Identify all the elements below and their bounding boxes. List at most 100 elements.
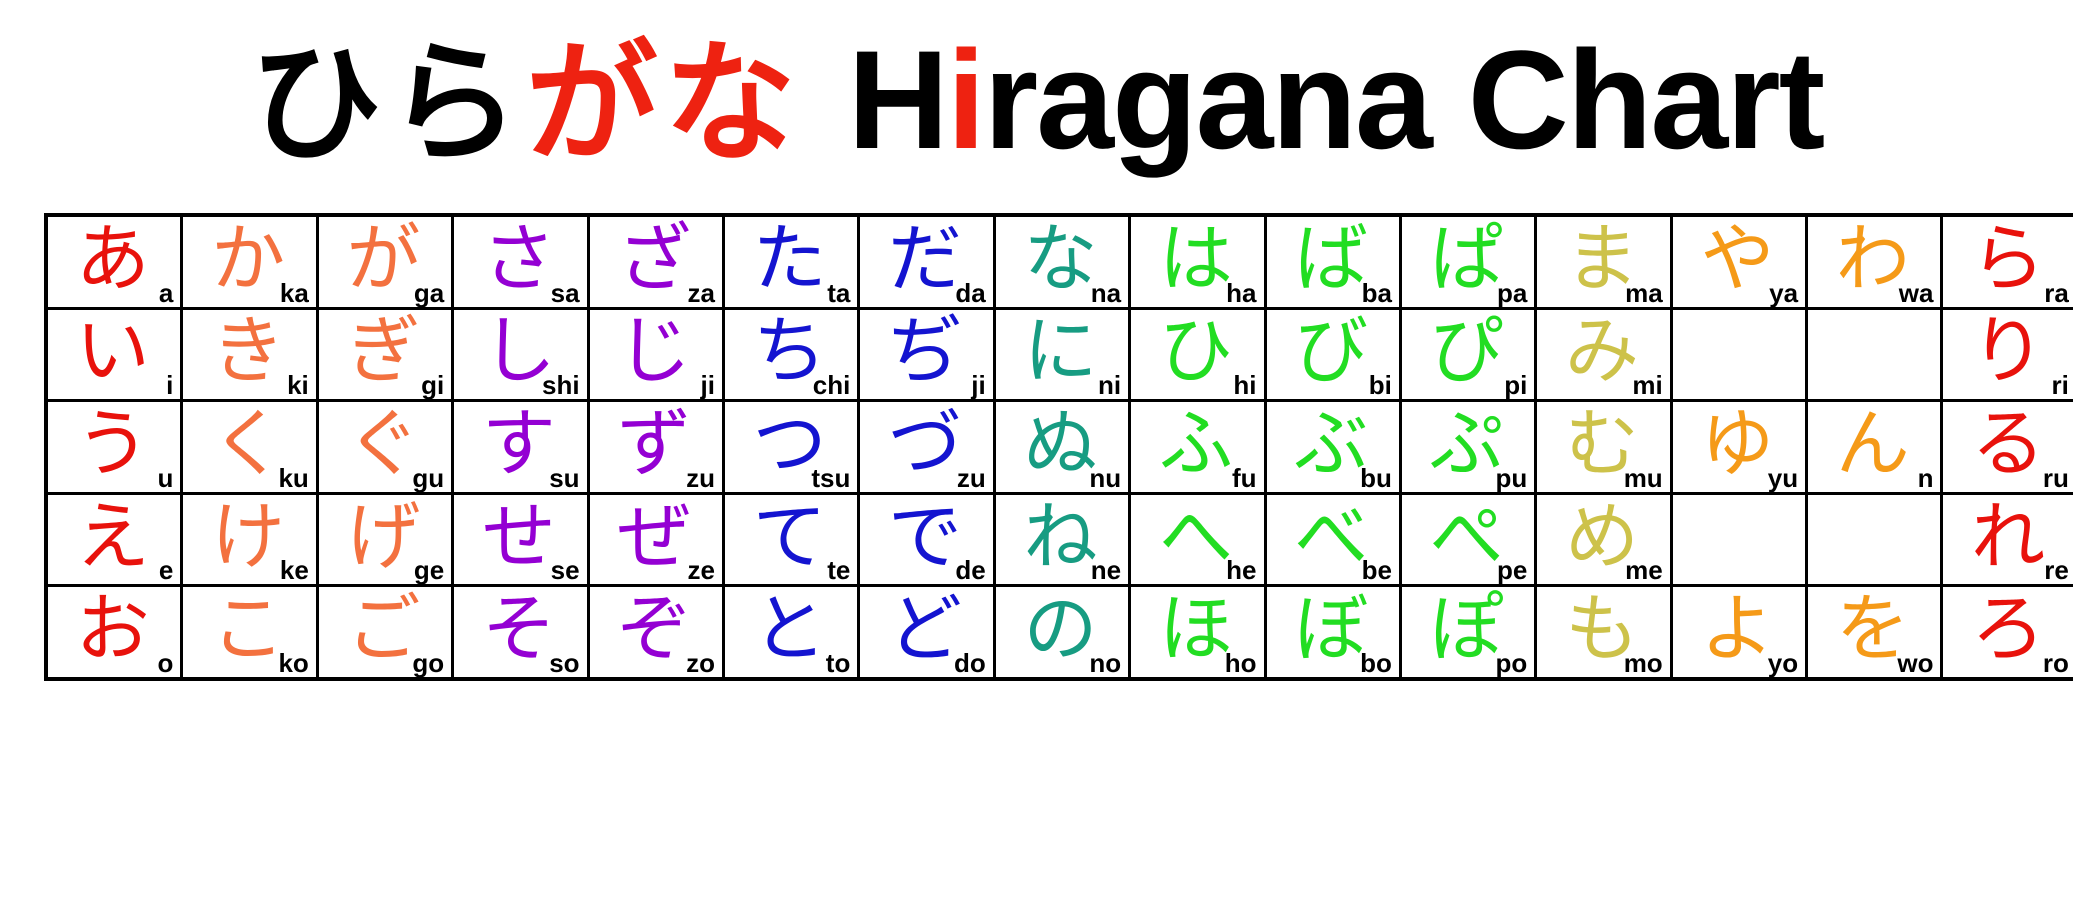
- romaji-label: re: [2044, 555, 2069, 586]
- kana-cell-bi[interactable]: び bi: [1263, 306, 1402, 403]
- kana-cell-ne[interactable]: ね ne: [992, 491, 1132, 588]
- kana-cell-yo[interactable]: よ yo: [1669, 584, 1809, 681]
- kana-cell-u[interactable]: うu: [44, 399, 184, 495]
- kana-glyph: あ: [75, 215, 150, 302]
- romaji-label: to: [825, 647, 851, 678]
- kana-cell-ku[interactable]: く ku: [180, 399, 319, 495]
- kana-cell-ma[interactable]: ま ma: [1534, 213, 1673, 310]
- kana-cell-ya[interactable]: や ya: [1669, 213, 1809, 310]
- kana-cell-inner: ち chi: [725, 310, 857, 400]
- kana-cell-ze[interactable]: ぜ ze: [586, 491, 725, 588]
- kana-cell-de[interactable]: で de: [857, 491, 996, 588]
- kana-glyph: ぷ: [1429, 401, 1504, 488]
- kana-cell-ke[interactable]: け ke: [180, 491, 319, 588]
- kana-cell-na[interactable]: な na: [992, 213, 1132, 310]
- kana-cell-be[interactable]: べ be: [1263, 491, 1402, 588]
- kana-cell-a[interactable]: あa: [44, 213, 184, 310]
- romaji-label: chi: [812, 370, 851, 401]
- kana-cell-ga[interactable]: が ga: [315, 213, 455, 310]
- kana-cell-ka[interactable]: か ka: [180, 213, 319, 310]
- kana-cell-zu[interactable]: づ zu: [857, 399, 996, 495]
- kana-cell-shi[interactable]: し shi: [451, 306, 590, 403]
- kana-cell-n[interactable]: んn: [1805, 399, 1944, 495]
- kana-cell-i[interactable]: いi: [44, 306, 184, 403]
- kana-cell-so[interactable]: そ so: [451, 584, 590, 681]
- kana-cell-bu[interactable]: ぶ bu: [1263, 399, 1402, 495]
- romaji-label: ji: [700, 370, 715, 401]
- kana-cell-za[interactable]: ざ za: [586, 213, 725, 310]
- kana-cell-ji[interactable]: ぢ ji: [857, 306, 996, 403]
- romaji-label: mo: [1623, 647, 1663, 678]
- kana-cell-pi[interactable]: ぴ pi: [1398, 306, 1538, 403]
- romaji-label: o: [157, 647, 174, 678]
- title-kana-plain: ひら: [249, 27, 526, 181]
- kana-cell-yu[interactable]: ゆ yu: [1669, 399, 1809, 495]
- kana-cell-wo[interactable]: を wo: [1805, 584, 1944, 681]
- kana-cell-mo[interactable]: も mo: [1534, 584, 1673, 681]
- kana-cell-po[interactable]: ぽ po: [1398, 584, 1538, 681]
- kana-cell-hi[interactable]: ひ hi: [1128, 306, 1267, 403]
- kana-cell-nu[interactable]: ぬ nu: [992, 399, 1132, 495]
- kana-cell-ko[interactable]: こ ko: [180, 584, 319, 681]
- kana-cell-me[interactable]: め me: [1534, 491, 1673, 588]
- kana-cell-no[interactable]: の no: [992, 584, 1132, 681]
- kana-cell-mi[interactable]: み mi: [1534, 306, 1673, 403]
- kana-cell-inner: れ re: [1943, 495, 2073, 585]
- kana-cell-tsu[interactable]: つ tsu: [721, 399, 861, 495]
- kana-cell-inner: ぐ gu: [319, 402, 451, 492]
- kana-glyph: ぜ: [617, 493, 692, 580]
- kana-cell-ni[interactable]: に ni: [992, 306, 1132, 403]
- kana-glyph: り: [1971, 308, 2046, 395]
- kana-cell-ta[interactable]: た ta: [721, 213, 861, 310]
- kana-cell-ri[interactable]: り ri: [1940, 306, 2073, 403]
- kana-cell-zu[interactable]: ず zu: [586, 399, 725, 495]
- kana-cell-re[interactable]: れ re: [1940, 491, 2073, 588]
- kana-cell-ji[interactable]: じ ji: [586, 306, 725, 403]
- kana-cell-pe[interactable]: ぺ pe: [1398, 491, 1538, 588]
- kana-cell-inner: も mo: [1537, 587, 1669, 677]
- kana-cell-go[interactable]: ご go: [315, 584, 455, 681]
- kana-cell-ge[interactable]: げ ge: [315, 491, 455, 588]
- kana-cell-da[interactable]: だ da: [857, 213, 996, 310]
- kana-cell-ra[interactable]: ら ra: [1940, 213, 2073, 310]
- kana-cell-mu[interactable]: む mu: [1534, 399, 1673, 495]
- kana-cell-inner: ぶ bu: [1267, 402, 1399, 492]
- kana-cell-he[interactable]: へ he: [1128, 491, 1267, 588]
- kana-cell-e[interactable]: えe: [44, 491, 184, 588]
- kana-cell-inner: えe: [48, 495, 180, 585]
- kana-glyph: お: [75, 586, 150, 673]
- kana-cell-ki[interactable]: き ki: [180, 306, 319, 403]
- kana-cell-ho[interactable]: ほ ho: [1128, 584, 1267, 681]
- kana-cell-wa[interactable]: わ wa: [1805, 213, 1944, 310]
- kana-cell-empty: [1805, 491, 1944, 588]
- kana-glyph: れ: [1971, 493, 2046, 580]
- kana-cell-gu[interactable]: ぐ gu: [315, 399, 455, 495]
- kana-cell-bo[interactable]: ぼ bo: [1263, 584, 1402, 681]
- kana-cell-ro[interactable]: ろ ro: [1940, 584, 2073, 681]
- kana-cell-pu[interactable]: ぷ pu: [1398, 399, 1538, 495]
- kana-cell-inner: へ he: [1131, 495, 1263, 585]
- kana-cell-ba[interactable]: ば ba: [1263, 213, 1402, 310]
- kana-cell-su[interactable]: す su: [451, 399, 590, 495]
- kana-cell-zo[interactable]: ぞ zo: [586, 584, 725, 681]
- kana-cell-to[interactable]: と to: [721, 584, 861, 681]
- kana-cell-ha[interactable]: は ha: [1128, 213, 1267, 310]
- kana-glyph: ぞ: [617, 586, 692, 673]
- kana-cell-inner: は ha: [1131, 217, 1263, 307]
- romaji-label: po: [1495, 647, 1528, 678]
- kana-cell-ru[interactable]: る ru: [1940, 399, 2073, 495]
- kana-glyph: ど: [888, 586, 963, 673]
- kana-cell-o[interactable]: おo: [44, 584, 184, 681]
- title-latin: Hiragana Chart: [848, 30, 1826, 170]
- kana-glyph: へ: [1158, 493, 1233, 580]
- kana-cell-se[interactable]: せ se: [451, 491, 590, 588]
- kana-cell-fu[interactable]: ふ fu: [1128, 399, 1267, 495]
- kana-cell-sa[interactable]: さ sa: [451, 213, 590, 310]
- kana-cell-do[interactable]: ど do: [857, 584, 996, 681]
- kana-cell-te[interactable]: て te: [721, 491, 861, 588]
- romaji-label: wa: [1898, 277, 1934, 308]
- kana-cell-pa[interactable]: ぱ pa: [1398, 213, 1538, 310]
- kana-cell-chi[interactable]: ち chi: [721, 306, 861, 403]
- kana-cell-gi[interactable]: ぎ gi: [315, 306, 455, 403]
- kana-cell-inner: いi: [48, 310, 180, 400]
